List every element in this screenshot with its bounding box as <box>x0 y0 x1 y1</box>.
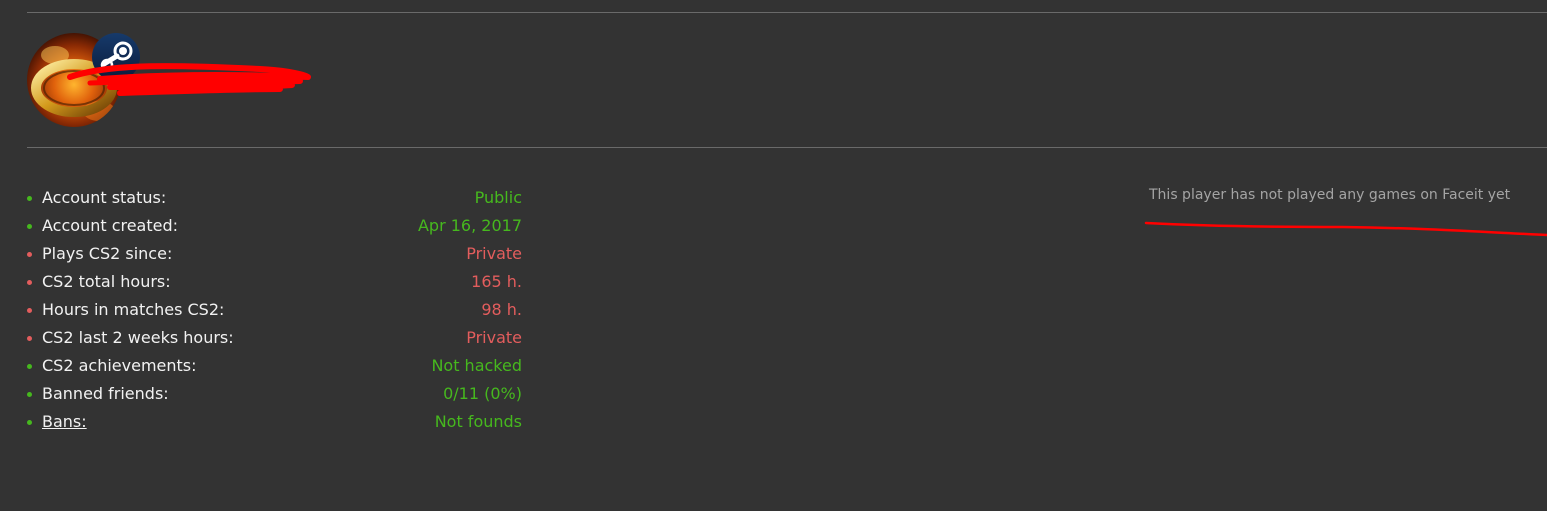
status-bullet <box>27 252 32 257</box>
status-bullet <box>27 392 32 397</box>
stat-value: Apr 16, 2017 <box>417 216 522 235</box>
stat-value: 0/11 (0%) <box>443 384 522 403</box>
stat-row-plays-since: Plays CS2 since: Private <box>27 240 527 268</box>
stat-row-match-hours: Hours in matches CS2: 98 h. <box>27 296 527 324</box>
stat-value: Private <box>466 328 522 347</box>
stat-value: Private <box>466 244 522 263</box>
stat-label: CS2 total hours: <box>42 272 171 291</box>
stat-row-achievements: CS2 achievements: Not hacked <box>27 352 527 380</box>
section-divider <box>27 147 1547 148</box>
stat-label: Account status: <box>42 188 167 207</box>
faceit-redaction-line <box>1144 221 1547 237</box>
stat-label: Hours in matches CS2: <box>42 300 225 319</box>
username-redaction <box>67 63 311 96</box>
status-bullet <box>27 336 32 341</box>
stat-label: Plays CS2 since: <box>42 244 173 263</box>
stat-row-banned-friends: Banned friends: 0/11 (0%) <box>27 380 527 408</box>
stat-row-bans: Bans: Not founds <box>27 408 527 436</box>
faceit-no-games-message: This player has not played any games on … <box>1149 187 1511 203</box>
status-bullet <box>27 364 32 369</box>
status-bullet <box>27 420 32 425</box>
stat-row-account-status: Account status: Public <box>27 184 527 212</box>
bans-link[interactable]: Bans: <box>42 408 87 436</box>
status-bullet <box>27 280 32 285</box>
stat-row-account-created: Account created: Apr 16, 2017 <box>27 212 527 240</box>
stat-label: Account created: <box>42 216 179 235</box>
top-divider <box>27 12 1547 13</box>
stat-row-total-hours: CS2 total hours: 165 h. <box>27 268 527 296</box>
status-bullet <box>27 196 32 201</box>
stat-value: Not hacked <box>431 356 522 375</box>
stat-row-two-week-hours: CS2 last 2 weeks hours: Private <box>27 324 527 352</box>
stat-label: CS2 achievements: <box>42 356 197 375</box>
status-bullet <box>27 308 32 313</box>
status-bullet <box>27 224 32 229</box>
stat-value: 98 h. <box>481 300 522 319</box>
stat-value: Public <box>474 188 522 207</box>
stat-label: Banned friends: <box>42 384 169 403</box>
stat-value: 165 h. <box>471 272 522 291</box>
account-stats-list: Account status: Public Account created: … <box>27 184 527 436</box>
stat-label: CS2 last 2 weeks hours: <box>42 328 234 347</box>
stat-value: Not founds <box>434 412 522 431</box>
